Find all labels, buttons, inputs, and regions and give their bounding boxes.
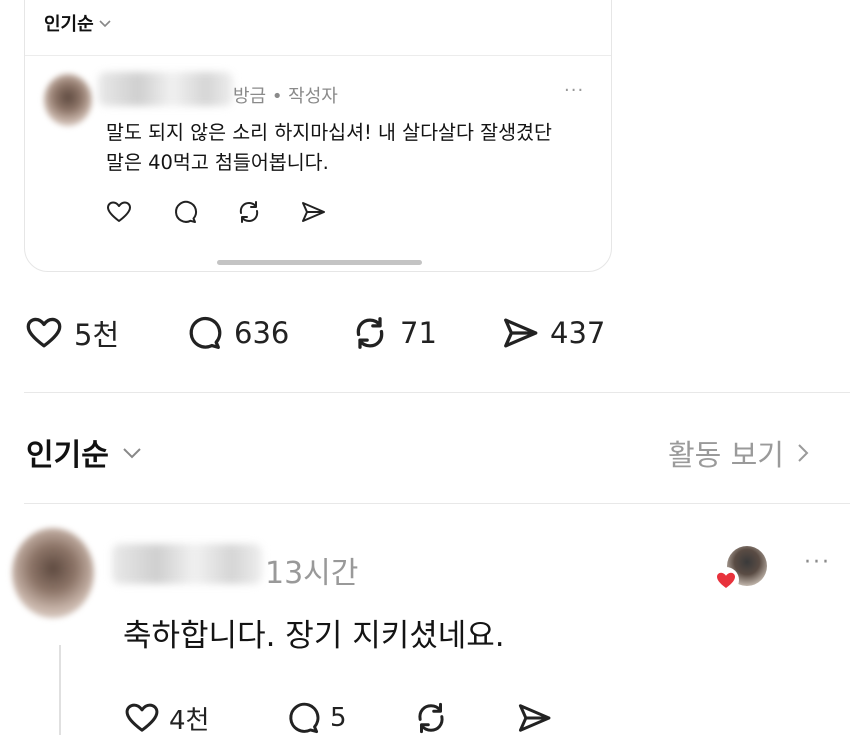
view-activity-label: 활동 보기	[668, 438, 784, 472]
section-divider	[24, 503, 850, 504]
comment-text: 축하합니다. 장기 지키셨네요.	[123, 618, 505, 654]
post-repost-button[interactable]: 71	[350, 312, 437, 354]
replies-sort-dropdown[interactable]: 인기순	[26, 430, 143, 474]
chevron-down-icon	[99, 20, 111, 28]
card-divider	[25, 55, 611, 56]
comment-username-blurred[interactable]	[112, 544, 262, 584]
share-icon[interactable]	[299, 198, 327, 226]
reply-avatar[interactable]	[44, 74, 92, 126]
repost-icon	[418, 702, 444, 734]
comment-repost-button[interactable]	[412, 698, 450, 738]
post-like-button[interactable]: 5천	[24, 312, 119, 354]
replies-sort-label: 인기순	[26, 438, 109, 473]
reply-text-line-2: 말은 40먹고 첨들어봅니다.	[106, 151, 329, 174]
share-icon	[518, 704, 551, 732]
reply-text: 말도 되지 않은 소리 하지마십셔! 내 살다살다 잘생겼단 말은 40먹고 첨…	[106, 118, 606, 178]
comment-more-button[interactable]: ···	[804, 550, 831, 575]
heart-icon	[26, 317, 62, 348]
reply-more-button[interactable]: ···	[564, 80, 584, 101]
share-icon	[504, 318, 538, 348]
comment-share-button[interactable]	[515, 698, 553, 738]
post-comment-button[interactable]: 636	[184, 312, 289, 354]
card-scroll-handle[interactable]	[217, 260, 422, 265]
section-divider	[24, 392, 850, 393]
reply-text-line-1: 말도 되지 않은 소리 하지마십셔! 내 살다살다 잘생겼단	[106, 121, 552, 144]
post-share-button[interactable]: 437	[500, 312, 605, 354]
comment-reply-count: 5	[330, 703, 347, 733]
quoted-sort-dropdown[interactable]: 인기순	[44, 10, 112, 36]
repost-icon[interactable]	[235, 198, 263, 226]
reply-meta: 방금 • 작성자	[233, 86, 338, 107]
heart-badge-icon	[713, 567, 739, 593]
thread-line	[59, 645, 61, 735]
view-activity-link[interactable]: 활동 보기	[668, 432, 812, 474]
quoted-sort-label: 인기순	[44, 14, 94, 35]
comment-timestamp: 13시간	[265, 556, 359, 591]
comment-icon	[289, 702, 320, 734]
chevron-down-icon	[123, 448, 141, 459]
heart-icon[interactable]	[105, 198, 133, 226]
post-comment-count: 636	[234, 316, 290, 350]
chevron-right-icon	[798, 444, 809, 462]
comment-icon	[189, 316, 222, 349]
comment-avatar[interactable]	[12, 528, 94, 618]
post-repost-count: 71	[400, 316, 437, 350]
post-like-count: 5천	[74, 318, 120, 352]
heart-icon	[125, 703, 159, 732]
comment-reply-button[interactable]: 5	[284, 698, 347, 738]
comment-icon[interactable]	[171, 198, 199, 226]
comment-like-button[interactable]: 4천	[123, 698, 209, 738]
post-share-count: 437	[550, 316, 606, 350]
reply-username-blurred[interactable]	[98, 72, 233, 106]
repost-icon	[356, 317, 384, 349]
